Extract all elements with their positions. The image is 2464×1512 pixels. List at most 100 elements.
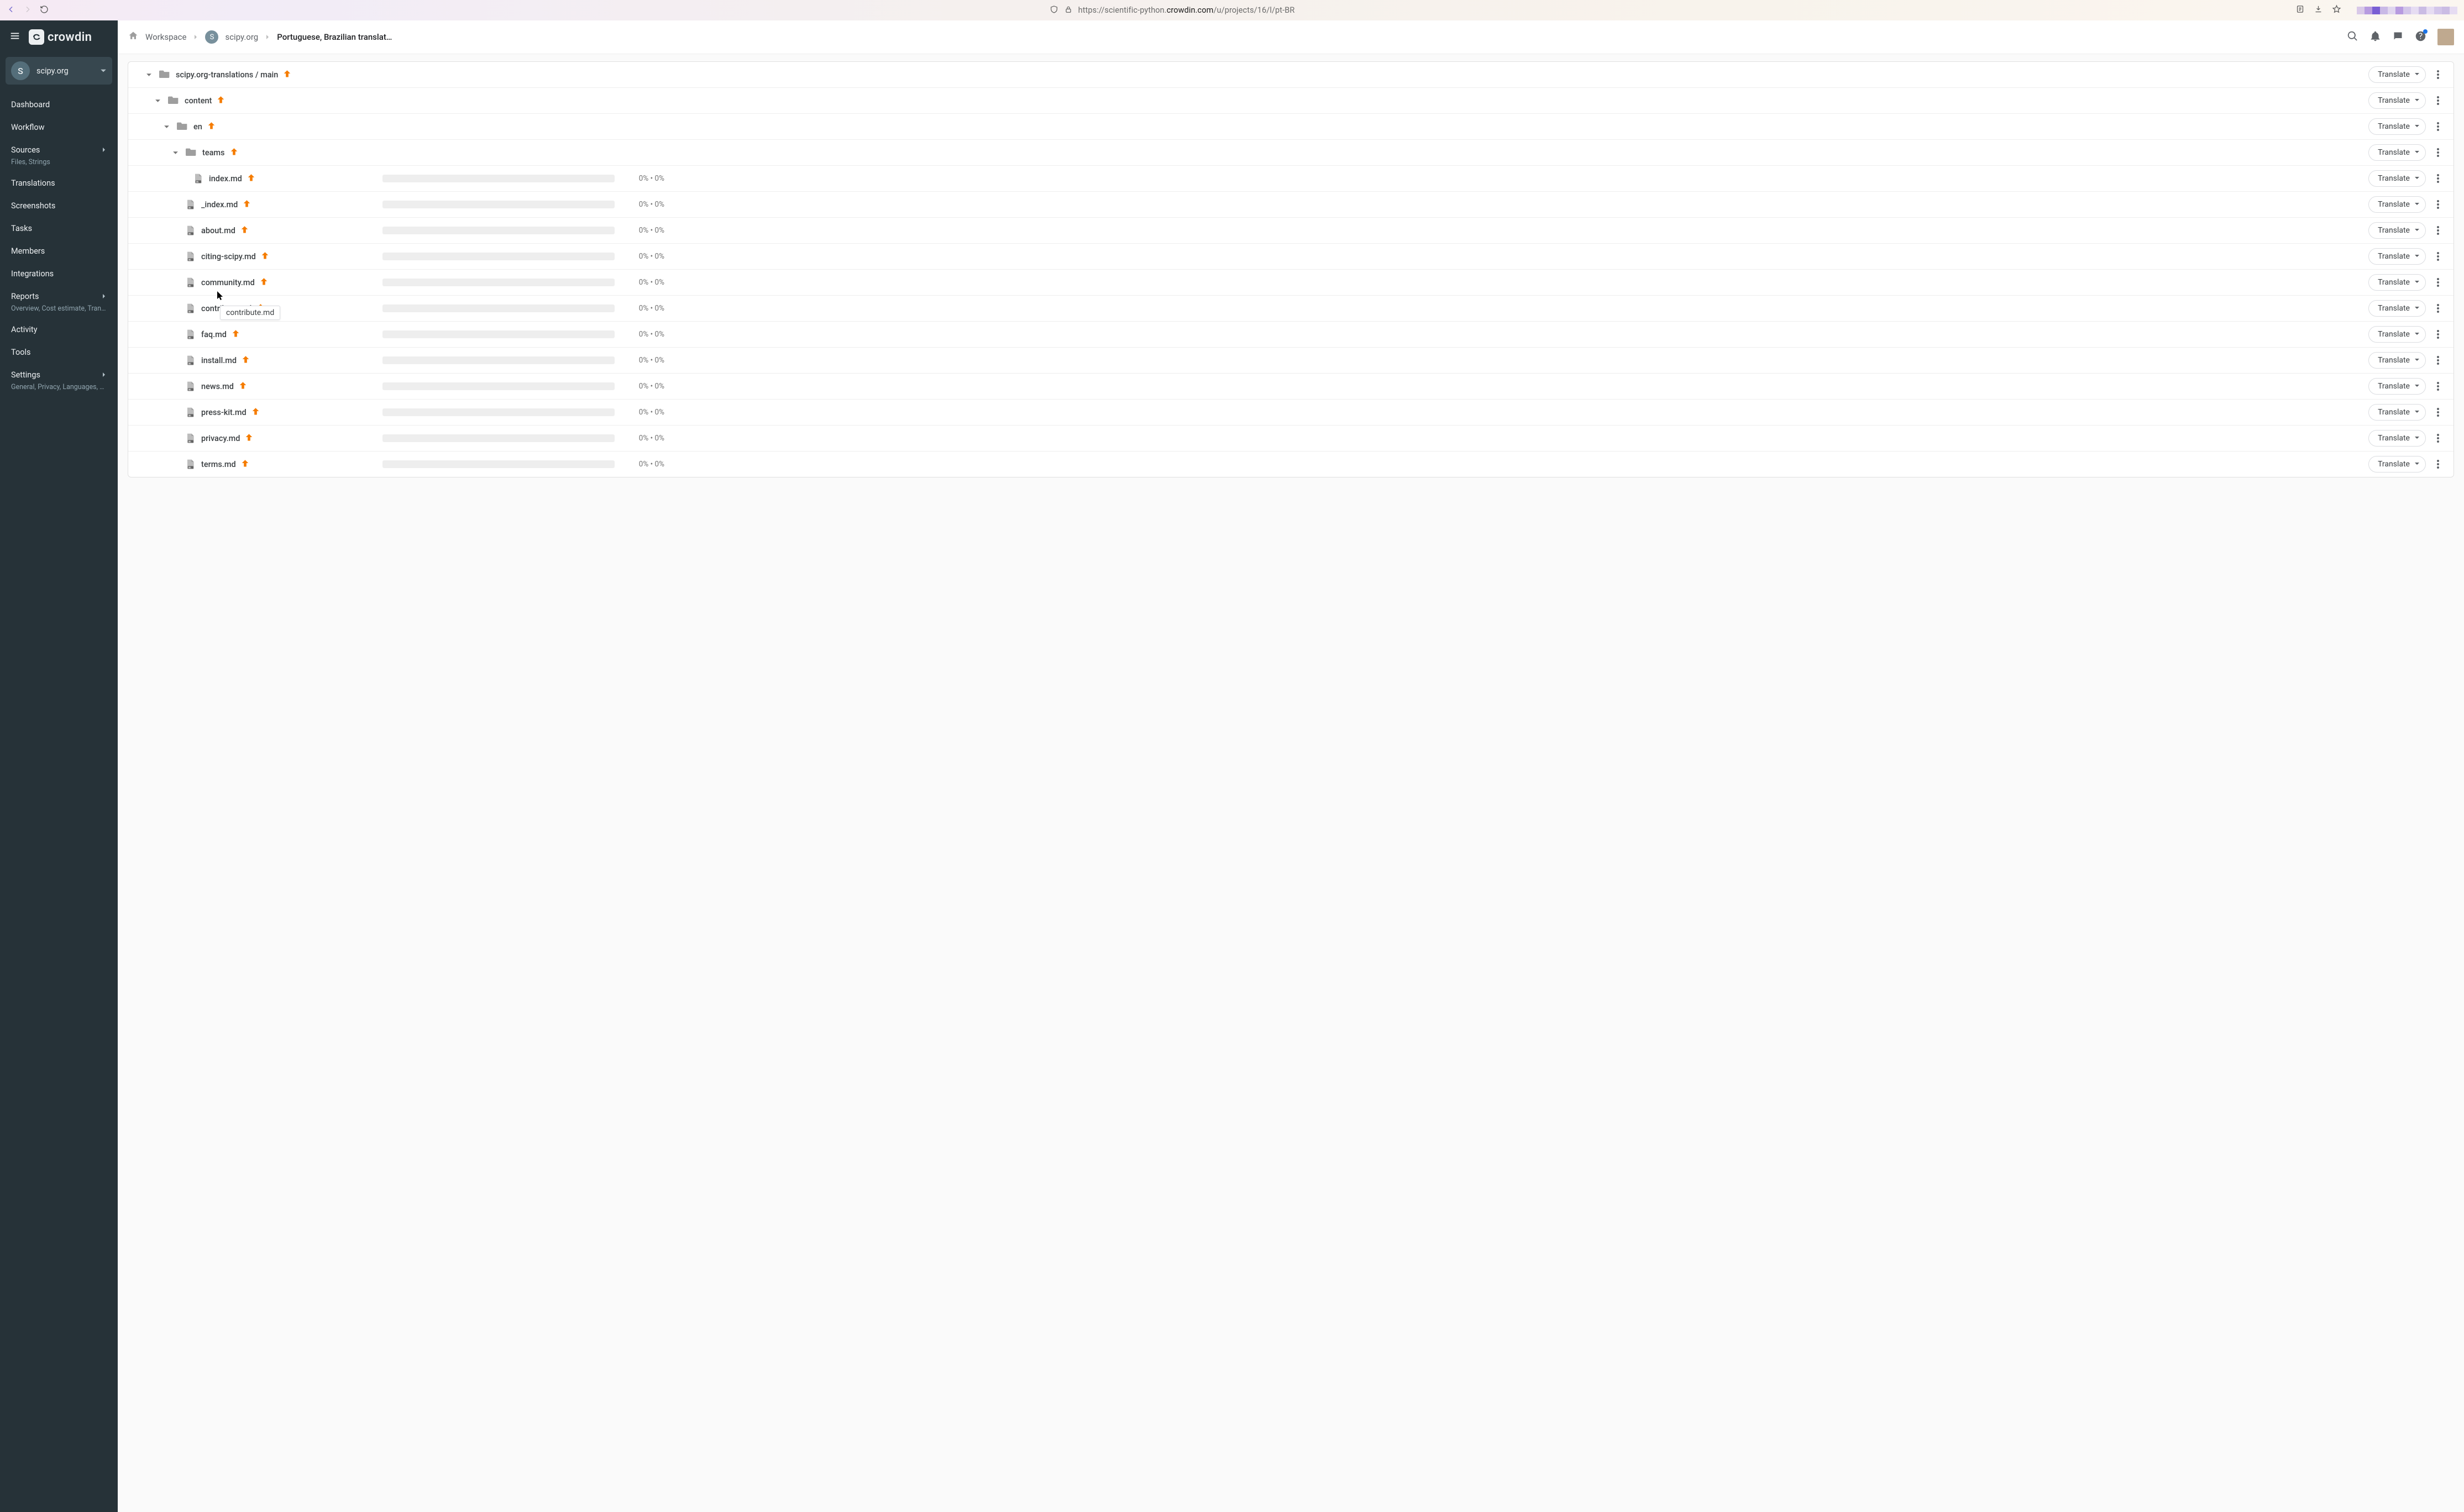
more-menu-icon[interactable] [2431, 382, 2445, 391]
more-menu-icon[interactable] [2431, 252, 2445, 261]
help-icon[interactable] [2415, 30, 2426, 44]
translate-button[interactable]: Translate [2368, 196, 2426, 213]
sidebar-item-translations[interactable]: Translations [0, 172, 118, 195]
sidebar-item-tasks[interactable]: Tasks [0, 217, 118, 240]
file-row[interactable]: M↓faq.md0% • 0%Translate [128, 322, 2453, 348]
file-row[interactable]: M↓contribute.md0% • 0%Translate [128, 296, 2453, 322]
more-menu-icon[interactable] [2431, 200, 2445, 209]
file-name: about.md [201, 226, 235, 235]
folder-row[interactable]: enTranslate [128, 114, 2453, 140]
folder-row[interactable]: scipy.org-translations / mainTranslate [128, 62, 2453, 88]
priority-up-icon[interactable] [257, 304, 264, 313]
shield-icon[interactable] [1050, 5, 1058, 16]
folder-row[interactable]: contentTranslate [128, 88, 2453, 114]
file-row[interactable]: M↓terms.md0% • 0%Translate [128, 452, 2453, 477]
priority-up-icon[interactable] [241, 226, 248, 235]
collapse-caret-icon[interactable] [161, 124, 171, 130]
chevron-right-icon [101, 145, 107, 155]
translate-button[interactable]: Translate [2368, 170, 2426, 187]
search-icon[interactable] [2347, 30, 2358, 44]
more-menu-icon[interactable] [2431, 434, 2445, 443]
priority-up-icon[interactable] [245, 434, 253, 443]
priority-up-icon[interactable] [260, 278, 268, 287]
translate-button[interactable]: Translate [2368, 274, 2426, 291]
priority-up-icon[interactable] [242, 460, 249, 469]
translate-button[interactable]: Translate [2368, 248, 2426, 265]
bell-icon[interactable] [2369, 30, 2381, 44]
priority-up-icon[interactable] [208, 122, 215, 132]
collapse-caret-icon[interactable] [144, 72, 154, 78]
address-bar[interactable]: https://scientific-python.crowdin.com/u/… [1078, 6, 1295, 15]
more-menu-icon[interactable] [2431, 70, 2445, 79]
more-menu-icon[interactable] [2431, 122, 2445, 131]
nav-back-icon[interactable] [7, 5, 15, 16]
more-menu-icon[interactable] [2431, 304, 2445, 313]
translate-button[interactable]: Translate [2368, 222, 2426, 239]
sidebar-item-dashboard[interactable]: Dashboard [0, 93, 118, 116]
chat-icon[interactable] [2392, 30, 2404, 44]
more-menu-icon[interactable] [2431, 330, 2445, 339]
translate-button[interactable]: Translate [2368, 404, 2426, 421]
file-row[interactable]: M↓community.md0% • 0%Translate [128, 270, 2453, 296]
more-menu-icon[interactable] [2431, 278, 2445, 287]
project-switcher[interactable]: S scipy.org [6, 57, 112, 85]
download-icon[interactable] [2314, 4, 2323, 16]
file-row[interactable]: M↓_index.md0% • 0%Translate [128, 192, 2453, 218]
home-icon[interactable] [128, 30, 139, 44]
priority-up-icon[interactable] [284, 70, 291, 80]
priority-up-icon[interactable] [230, 148, 238, 158]
priority-up-icon[interactable] [248, 174, 255, 183]
more-menu-icon[interactable] [2431, 460, 2445, 469]
more-menu-icon[interactable] [2431, 356, 2445, 365]
translate-button[interactable]: Translate [2368, 144, 2426, 161]
file-row[interactable]: M↓citing-scipy.md0% • 0%Translate [128, 244, 2453, 270]
priority-up-icon[interactable] [232, 330, 239, 339]
lock-icon[interactable] [1064, 5, 1073, 16]
folder-row[interactable]: teamsTranslate [128, 140, 2453, 166]
priority-up-icon[interactable] [242, 356, 249, 365]
priority-up-icon[interactable] [252, 408, 259, 417]
file-row[interactable]: M↓press-kit.md0% • 0%Translate [128, 400, 2453, 426]
sidebar-item-screenshots[interactable]: Screenshots [0, 195, 118, 217]
file-row[interactable]: M↓news.md0% • 0%Translate [128, 374, 2453, 400]
project-initial-badge: S [11, 61, 30, 80]
translate-button[interactable]: Translate [2368, 378, 2426, 395]
priority-up-icon[interactable] [243, 200, 250, 209]
file-row[interactable]: M↓about.md0% • 0%Translate [128, 218, 2453, 244]
more-menu-icon[interactable] [2431, 148, 2445, 157]
translate-button[interactable]: Translate [2368, 430, 2426, 447]
more-menu-icon[interactable] [2431, 408, 2445, 417]
translate-button[interactable]: Translate [2368, 66, 2426, 83]
priority-up-icon[interactable] [239, 382, 247, 391]
hamburger-icon[interactable] [9, 30, 21, 44]
collapse-caret-icon[interactable] [153, 98, 162, 104]
translate-button[interactable]: Translate [2368, 118, 2426, 135]
translate-button[interactable]: Translate [2368, 456, 2426, 473]
star-icon[interactable] [2332, 4, 2341, 16]
crowdin-logo[interactable]: crowdin [29, 29, 92, 45]
sidebar-item-integrations[interactable]: Integrations [0, 262, 118, 285]
priority-up-icon[interactable] [261, 252, 269, 261]
translate-button[interactable]: Translate [2368, 300, 2426, 317]
file-row[interactable]: M↓index.md0% • 0%Translate [128, 166, 2453, 192]
nav-forward-icon[interactable] [23, 5, 32, 16]
translate-button[interactable]: Translate [2368, 352, 2426, 369]
more-menu-icon[interactable] [2431, 226, 2445, 235]
sidebar-item-activity[interactable]: Activity [0, 318, 118, 341]
priority-up-icon[interactable] [217, 96, 224, 106]
sidebar-item-tools[interactable]: Tools [0, 341, 118, 364]
breadcrumb-workspace[interactable]: Workspace [145, 32, 186, 42]
translate-button[interactable]: Translate [2368, 92, 2426, 109]
translate-button[interactable]: Translate [2368, 326, 2426, 343]
more-menu-icon[interactable] [2431, 96, 2445, 105]
reader-icon[interactable] [2295, 4, 2305, 16]
reload-icon[interactable] [40, 5, 49, 16]
sidebar-item-workflow[interactable]: Workflow [0, 116, 118, 139]
more-menu-icon[interactable] [2431, 174, 2445, 183]
file-row[interactable]: M↓privacy.md0% • 0%Translate [128, 426, 2453, 452]
breadcrumb-project[interactable]: scipy.org [225, 32, 258, 42]
file-row[interactable]: M↓install.md0% • 0%Translate [128, 348, 2453, 374]
avatar[interactable] [2437, 29, 2454, 45]
collapse-caret-icon[interactable] [170, 150, 180, 156]
sidebar-item-members[interactable]: Members [0, 240, 118, 262]
